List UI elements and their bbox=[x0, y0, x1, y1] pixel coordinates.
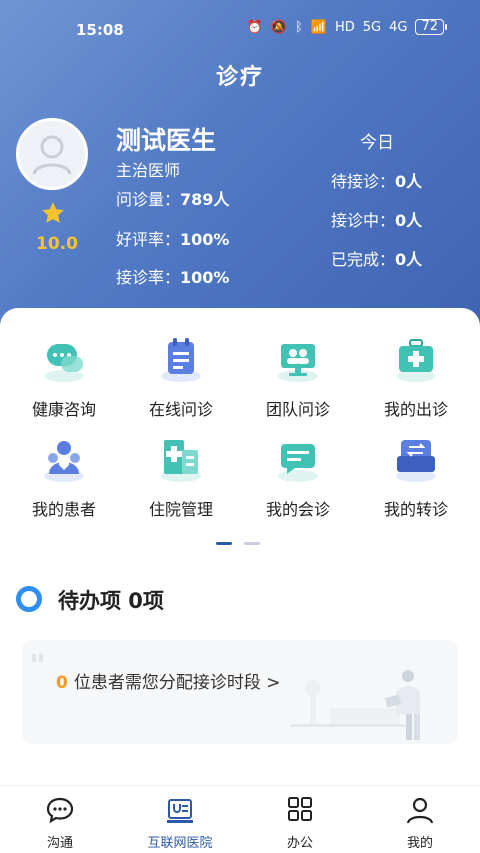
menu-my-patients[interactable]: 我的患者 bbox=[4, 436, 124, 520]
menu-my-referral[interactable]: 我的转诊 bbox=[356, 436, 476, 520]
todo-title: 待办项 0项 bbox=[58, 589, 164, 613]
menu-label: 住院管理 bbox=[148, 500, 213, 519]
stat-acceptance: 接诊率：100% bbox=[116, 264, 229, 288]
tab-label: 互联网医院 bbox=[147, 836, 213, 851]
signal-4g: 4G bbox=[389, 19, 408, 35]
menu-label: 健康咨询 bbox=[31, 400, 96, 419]
status-time: 15:08 bbox=[76, 21, 124, 39]
alarm-icon: ⏰ bbox=[246, 19, 263, 35]
menu-label: 团队问诊 bbox=[265, 400, 330, 419]
today-label: 已完成： bbox=[331, 250, 396, 269]
today-completed: 已完成：0人 bbox=[331, 246, 422, 270]
stethoscope-board-icon bbox=[167, 799, 193, 823]
page-dot-active bbox=[216, 542, 232, 545]
page-title: 诊疗 bbox=[215, 65, 264, 90]
stat-label: 接诊率： bbox=[116, 268, 181, 287]
todo-card[interactable]: 0 位患者需您分配接诊时段 > bbox=[22, 640, 458, 744]
status-bar: 15:08 ⏰ 🔕 ᛒ 📶 HD 5G 4G 72 bbox=[0, 0, 480, 60]
person-icon bbox=[406, 797, 434, 824]
team-monitor-icon bbox=[273, 336, 323, 386]
bluetooth-icon: ᛒ bbox=[294, 19, 303, 35]
stat-label: 好评率： bbox=[116, 230, 181, 249]
menu-my-visits[interactable]: 我的出诊 bbox=[356, 336, 476, 420]
tab-label: 办公 bbox=[286, 836, 313, 851]
todo-ring-icon bbox=[16, 586, 42, 612]
page-dot bbox=[244, 542, 260, 545]
tab-label: 沟通 bbox=[46, 836, 73, 851]
menu-health-consult[interactable]: 健康咨询 bbox=[4, 336, 124, 420]
doctor-score: 10.0 bbox=[36, 234, 78, 254]
today-label: 待接诊： bbox=[331, 172, 396, 191]
tab-me[interactable]: 我的 bbox=[360, 796, 480, 851]
chat-bubbles-icon bbox=[39, 336, 89, 386]
stat-value: 100% bbox=[180, 268, 230, 287]
grid-icon bbox=[288, 797, 312, 821]
todo-count: 0 bbox=[56, 673, 68, 693]
menu-label: 我的转诊 bbox=[383, 500, 448, 519]
tab-chat[interactable]: 沟通 bbox=[0, 796, 120, 851]
stat-label: 问诊量： bbox=[116, 190, 181, 209]
menu-team-consult[interactable]: 团队问诊 bbox=[238, 336, 358, 420]
mute-icon: 🔕 bbox=[270, 19, 287, 35]
avatar[interactable] bbox=[16, 118, 88, 190]
doctor-desk-illustration bbox=[290, 670, 420, 740]
stat-rating: 好评率：100% bbox=[116, 226, 229, 250]
network-hd: HD bbox=[334, 19, 355, 35]
today-value: 0人 bbox=[395, 250, 423, 269]
quote-mark-icon bbox=[32, 654, 43, 662]
medical-kit-icon bbox=[391, 336, 441, 386]
tab-office[interactable]: 办公 bbox=[240, 796, 360, 851]
chat-icon bbox=[46, 797, 74, 824]
page-indicator bbox=[216, 542, 260, 545]
stat-consultations: 问诊量：789人 bbox=[116, 186, 229, 210]
stat-value: 789人 bbox=[180, 190, 230, 209]
doctor-title: 主治医师 bbox=[116, 161, 181, 180]
stat-value: 100% bbox=[180, 230, 230, 249]
today-title: 今日 bbox=[360, 133, 394, 153]
tab-internet-hospital[interactable]: 互联网医院 bbox=[120, 796, 240, 851]
today-value: 0人 bbox=[395, 211, 423, 230]
user-placeholder-icon bbox=[32, 135, 72, 175]
todo-message-text: 位患者需您分配接诊时段 > bbox=[73, 673, 281, 693]
menu-label: 我的会诊 bbox=[265, 500, 330, 519]
patients-icon bbox=[39, 436, 89, 486]
menu-my-consultation[interactable]: 我的会诊 bbox=[238, 436, 358, 520]
today-value: 0人 bbox=[395, 172, 423, 191]
referral-icon bbox=[391, 436, 441, 486]
doctor-name: 测试医生 bbox=[116, 126, 217, 155]
clipboard-icon bbox=[156, 336, 206, 386]
consultation-icon bbox=[273, 436, 323, 486]
menu-label: 在线问诊 bbox=[148, 400, 213, 419]
hospital-building-icon bbox=[156, 436, 206, 486]
today-waiting: 待接诊：0人 bbox=[331, 168, 422, 192]
menu-label: 我的患者 bbox=[31, 500, 96, 519]
today-in-progress: 接诊中：0人 bbox=[331, 207, 422, 231]
status-icons: ⏰ 🔕 ᛒ 📶 HD 5G 4G 72 bbox=[246, 19, 447, 35]
menu-online-consult[interactable]: 在线问诊 bbox=[121, 336, 241, 420]
star-icon bbox=[42, 202, 64, 223]
bottom-tab-bar: 沟通 互联网医院 办公 我的 bbox=[0, 785, 480, 853]
wifi-icon: 📶 bbox=[310, 19, 327, 35]
signal-5g: 5G bbox=[362, 19, 382, 35]
menu-inpatient[interactable]: 住院管理 bbox=[121, 436, 241, 520]
menu-label: 我的出诊 bbox=[383, 400, 448, 419]
today-label: 接诊中： bbox=[331, 211, 396, 230]
todo-message[interactable]: 0 位患者需您分配接诊时段 > bbox=[56, 668, 281, 693]
battery-icon: 72 bbox=[415, 19, 447, 35]
tab-label: 我的 bbox=[406, 836, 433, 851]
